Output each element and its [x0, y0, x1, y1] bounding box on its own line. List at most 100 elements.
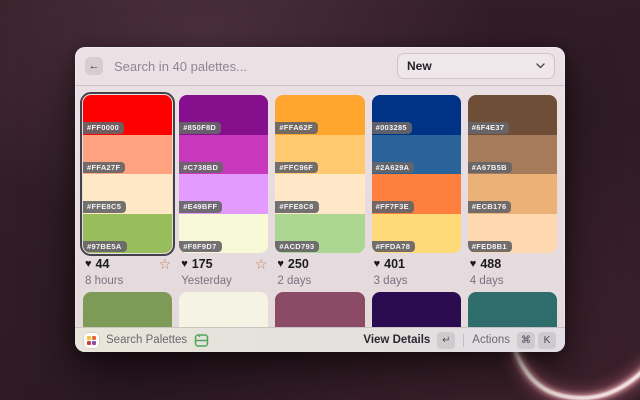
palette-card[interactable]: #850F8D #C738BD #E49BFF #F8F9D7 — [179, 95, 268, 253]
palette-item: #850F8D #C738BD #E49BFF #F8F9D7 ♥ 175 ☆ Yesterd… — [179, 95, 268, 289]
hex-label: #FFA62F — [275, 122, 317, 134]
color-swatch[interactable]: #ACD793 — [275, 214, 364, 254]
color-swatch[interactable]: #2A629A — [372, 135, 461, 175]
hex-label: #FFDA78 — [372, 241, 416, 253]
palette-content: #FF0000#FFA27F#FFE8C5#97BE5A♥44☆8 hours#… — [75, 86, 565, 332]
heart-icon: ♥ — [277, 259, 284, 270]
hex-label: #850F8D — [179, 122, 221, 134]
sort-dropdown[interactable]: New — [397, 53, 555, 79]
likes-row: ♥ 250 — [275, 258, 364, 271]
hex-label: #A67B5B — [468, 162, 512, 174]
palette-age: 2 days — [275, 275, 364, 287]
palette-card[interactable]: #FFA62F #FFC96F #FFE8C8 #ACD793 — [275, 95, 364, 253]
hex-label: #003285 — [372, 122, 412, 134]
palette-item: #6F4E37 #A67B5B #ECB176 #FED8B1 ♥4884 days — [468, 95, 557, 289]
k-key-badge: K — [538, 332, 556, 349]
palette-meta: ♥44☆8 hours — [83, 258, 172, 289]
hex-label: #FFC96F — [275, 162, 318, 174]
icon-swatch — [87, 336, 91, 340]
hex-label: #FF0000 — [83, 122, 124, 134]
palette-card[interactable]: #003285 #2A629A #FF7F3E #FFDA78 — [372, 95, 461, 253]
save-palette-icon — [194, 334, 209, 347]
heart-icon: ♥ — [470, 259, 477, 270]
footer-bar: Search Palettes View Details ↵ Actions ⌘… — [75, 327, 565, 352]
hex-label: #ECB176 — [468, 201, 512, 213]
palette-item: #FF0000#FFA27F#FFE8C5#97BE5A♥44☆8 hours — [83, 95, 172, 289]
hex-label: #97BE5A — [83, 241, 127, 253]
back-arrow-icon: ← — [89, 60, 100, 72]
hex-label: #E49BFF — [179, 201, 222, 213]
color-swatch[interactable]: #FFE8C5 — [83, 174, 172, 214]
palette-card[interactable] — [179, 292, 268, 332]
color-swatch[interactable]: #ECB176 — [468, 174, 557, 214]
color-swatch[interactable]: #FFC96F — [275, 135, 364, 175]
star-icon[interactable]: ☆ — [159, 257, 172, 271]
likes-row: ♥401 — [372, 258, 461, 271]
color-swatch[interactable]: #FFA27F — [83, 135, 172, 175]
icon-swatch — [87, 341, 91, 345]
color-swatch[interactable]: #E49BFF — [179, 174, 268, 214]
likes-count: 488 — [480, 258, 501, 271]
hex-label: #FF7F3E — [372, 201, 414, 213]
palette-card[interactable] — [83, 292, 172, 332]
palette-meta: ♥401 3 days — [372, 258, 461, 289]
chevron-down-icon — [536, 63, 545, 69]
hex-label: #6F4E37 — [468, 122, 510, 134]
hex-label: #FFA27F — [83, 162, 125, 174]
palette-item: #003285 #2A629A #FF7F3E #FFDA78 ♥401 3 days — [372, 95, 461, 289]
search-input[interactable] — [112, 58, 397, 75]
palette-card[interactable]: #6F4E37 #A67B5B #ECB176 #FED8B1 — [468, 95, 557, 253]
palette-card[interactable]: #FF0000 #FFA27F #FFE8C5 #97BE5A — [83, 95, 172, 253]
likes-count: 250 — [288, 258, 309, 271]
enter-key-badge: ↵ — [437, 332, 455, 349]
hex-label: #C738BD — [179, 162, 223, 174]
likes-count: 175 — [192, 258, 213, 271]
color-swatch[interactable]: #003285 — [372, 95, 461, 135]
hex-label: #2A629A — [372, 162, 415, 174]
color-swatch[interactable]: #A67B5B — [468, 135, 557, 175]
color-swatch[interactable]: #FED8B1 — [468, 214, 557, 254]
color-swatch[interactable]: #FFE8C8 — [275, 174, 364, 214]
cmd-key-badge: ⌘ — [517, 332, 535, 349]
hex-label: #ACD793 — [275, 241, 319, 253]
palette-grid-next-row — [83, 292, 557, 332]
star-icon[interactable]: ☆ — [255, 257, 268, 271]
heart-icon: ♥ — [181, 259, 188, 270]
palette-meta: ♥ 250 2 days — [275, 258, 364, 289]
heart-icon: ♥ — [374, 259, 381, 270]
view-details-button[interactable]: View Details — [363, 334, 430, 346]
color-swatch[interactable]: #C738BD — [179, 135, 268, 175]
color-swatch[interactable]: #FF7F3E — [372, 174, 461, 214]
hex-label: #FED8B1 — [468, 241, 512, 253]
color-swatch[interactable]: #97BE5A — [83, 214, 172, 254]
palette-age: 3 days — [372, 275, 461, 287]
footer-divider — [463, 334, 464, 347]
back-button[interactable]: ← — [85, 57, 103, 75]
sort-dropdown-value: New — [407, 59, 536, 73]
palette-card[interactable] — [275, 292, 364, 332]
likes-row: ♥488 — [468, 258, 557, 271]
color-swatch[interactable]: #FFA62F — [275, 95, 364, 135]
heart-icon: ♥ — [85, 259, 92, 270]
app-name-label: Search Palettes — [106, 334, 187, 346]
palette-card[interactable] — [468, 292, 557, 332]
likes-count: 44 — [96, 258, 110, 271]
palette-item: #FFA62F #FFC96F #FFE8C8 #ACD793 ♥ 250 2 days — [275, 95, 364, 289]
color-swatch[interactable]: #FF0000 — [83, 95, 172, 135]
icon-swatch — [92, 341, 96, 345]
color-swatch[interactable]: #FFDA78 — [372, 214, 461, 254]
color-swatch[interactable]: #850F8D — [179, 95, 268, 135]
palette-age: Yesterday — [179, 275, 268, 287]
palette-card[interactable] — [372, 292, 461, 332]
palette-meta: ♥4884 days — [468, 258, 557, 289]
icon-swatch — [92, 336, 96, 340]
hex-label: #FFE8C5 — [83, 201, 126, 213]
color-swatch[interactable]: #6F4E37 — [468, 95, 557, 135]
palette-search-window: ← New #FF0000#FFA27F#FFE8C5#97BE5A♥44☆8 … — [75, 47, 565, 352]
palette-meta: ♥ 175 ☆ Yesterday — [179, 258, 268, 289]
color-swatch[interactable]: #F8F9D7 — [179, 214, 268, 254]
hex-label: #FFE8C8 — [275, 201, 318, 213]
search-header: ← New — [75, 47, 565, 86]
hex-label: #F8F9D7 — [179, 241, 221, 253]
actions-button[interactable]: Actions — [472, 334, 510, 346]
